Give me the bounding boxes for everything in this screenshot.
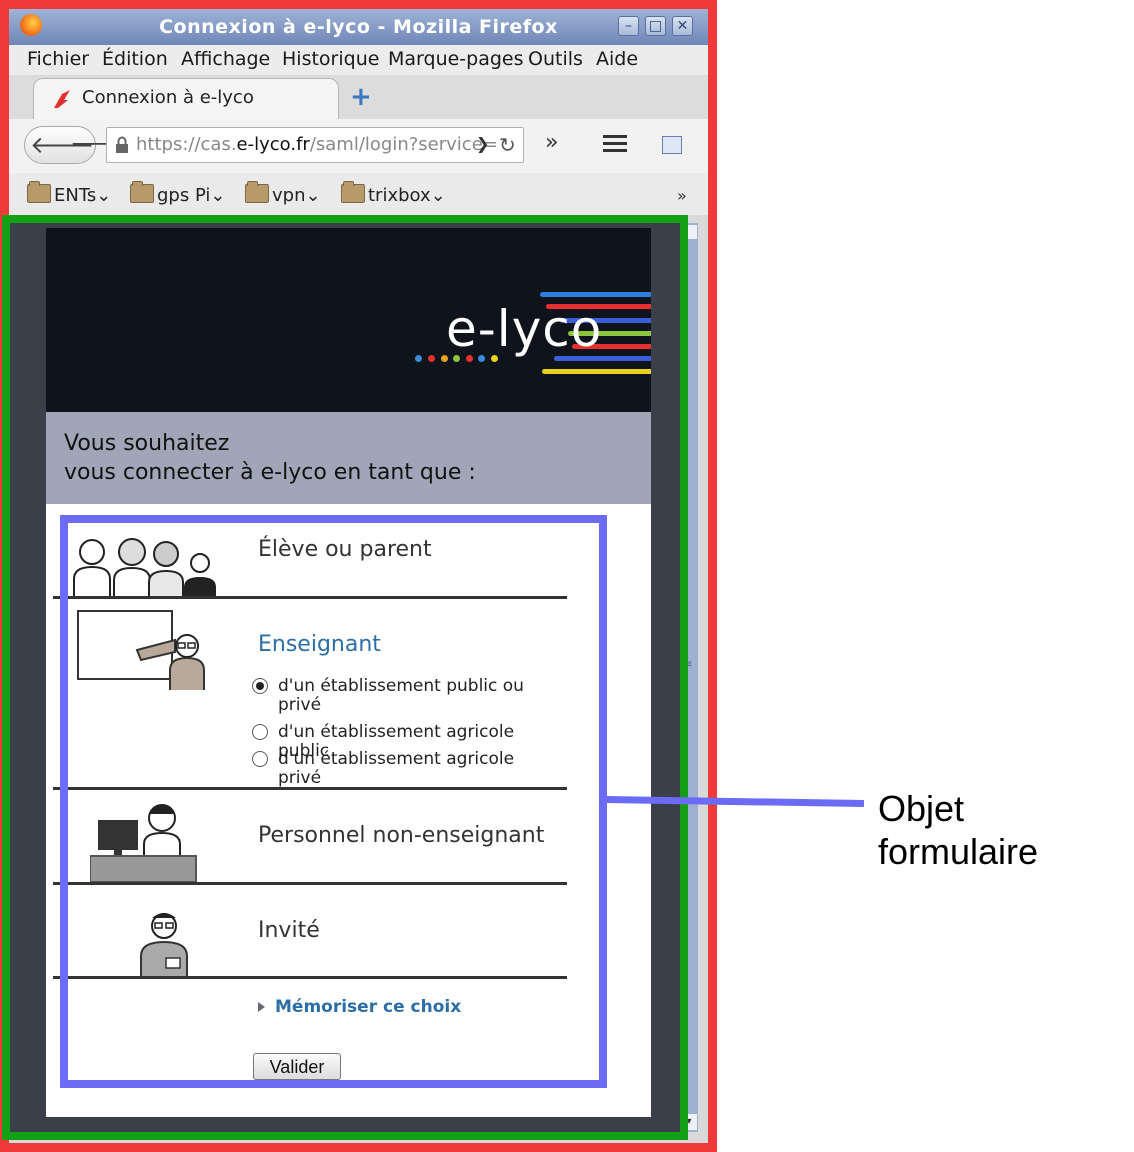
- window-title: Connexion à e-lyco - Mozilla Firefox: [159, 16, 558, 38]
- hamburger-menu-icon[interactable]: [603, 135, 627, 153]
- new-tab-plus-icon[interactable]: +: [350, 84, 376, 110]
- firefox-logo-icon: [20, 14, 42, 36]
- url-prefix: https://cas.: [136, 134, 237, 155]
- prompt-band: [46, 412, 651, 504]
- bookmark-label: gps Pi: [157, 185, 211, 206]
- menu-edition[interactable]: Édition: [102, 48, 168, 70]
- menu-fichier[interactable]: Fichier: [27, 48, 89, 70]
- tab-label: Connexion à e-lyco: [82, 87, 254, 108]
- url-dropdown-chevron-icon[interactable]: ❯: [476, 134, 489, 153]
- menu-marque-pages[interactable]: Marque-pages: [388, 48, 524, 70]
- folder-icon: [27, 181, 51, 203]
- menu-outils[interactable]: Outils: [528, 48, 583, 70]
- folder-icon: [341, 181, 365, 203]
- tab-connexion[interactable]: Connexion à e-lyco: [33, 78, 339, 119]
- forward-arrow-icon[interactable]: 🡒: [70, 130, 129, 160]
- annotation-label-line-1: Objet: [878, 788, 965, 829]
- lock-icon: [116, 136, 128, 153]
- bookmark-label: ENTs: [54, 185, 97, 206]
- bookmark-folder-ents[interactable]: ENTs⌄: [27, 181, 111, 206]
- url-text: https://cas.e-lyco.fr/saml/login?service…: [136, 134, 498, 155]
- form-object-highlight: [60, 515, 607, 1088]
- bookmarks-overflow-icon[interactable]: »: [677, 186, 687, 205]
- title-bar: Connexion à e-lyco - Mozilla Firefox: [9, 9, 708, 45]
- bookmark-label: trixbox: [368, 185, 431, 206]
- back-arrow-icon[interactable]: 🡐: [30, 130, 94, 160]
- elyco-logo: e-lyco: [446, 300, 603, 358]
- url-suffix: /saml/login?service=: [309, 134, 498, 155]
- menu-aide[interactable]: Aide: [596, 48, 638, 70]
- menu-affichage[interactable]: Affichage: [181, 48, 270, 70]
- elyco-favicon-icon: [54, 90, 70, 108]
- prompt-line-1: Vous souhaitez: [64, 431, 230, 456]
- url-domain: e-lyco.fr: [236, 134, 310, 155]
- maximize-icon[interactable]: □: [645, 16, 666, 36]
- bookmark-folder-trixbox[interactable]: trixbox⌄: [341, 181, 446, 206]
- menu-historique[interactable]: Historique: [282, 48, 379, 70]
- minimize-icon[interactable]: –: [618, 16, 639, 36]
- reload-icon[interactable]: ↻: [499, 133, 516, 157]
- bookmark-label: vpn: [272, 185, 306, 206]
- close-icon[interactable]: ✕: [672, 16, 693, 36]
- bookmark-folder-vpn[interactable]: vpn⌄: [245, 181, 321, 206]
- annotation-label-line-2: formulaire: [878, 831, 1039, 872]
- image-icon[interactable]: [662, 136, 682, 154]
- folder-icon: [245, 181, 269, 203]
- menu-bar: Fichier Édition Affichage Historique Mar…: [9, 45, 708, 75]
- prompt-line-2: vous connecter à e-lyco en tant que :: [64, 460, 476, 485]
- toolbar-overflow-icon[interactable]: »: [545, 130, 558, 155]
- folder-icon: [130, 181, 154, 203]
- bookmark-folder-gps-pi[interactable]: gps Pi⌄: [130, 181, 226, 206]
